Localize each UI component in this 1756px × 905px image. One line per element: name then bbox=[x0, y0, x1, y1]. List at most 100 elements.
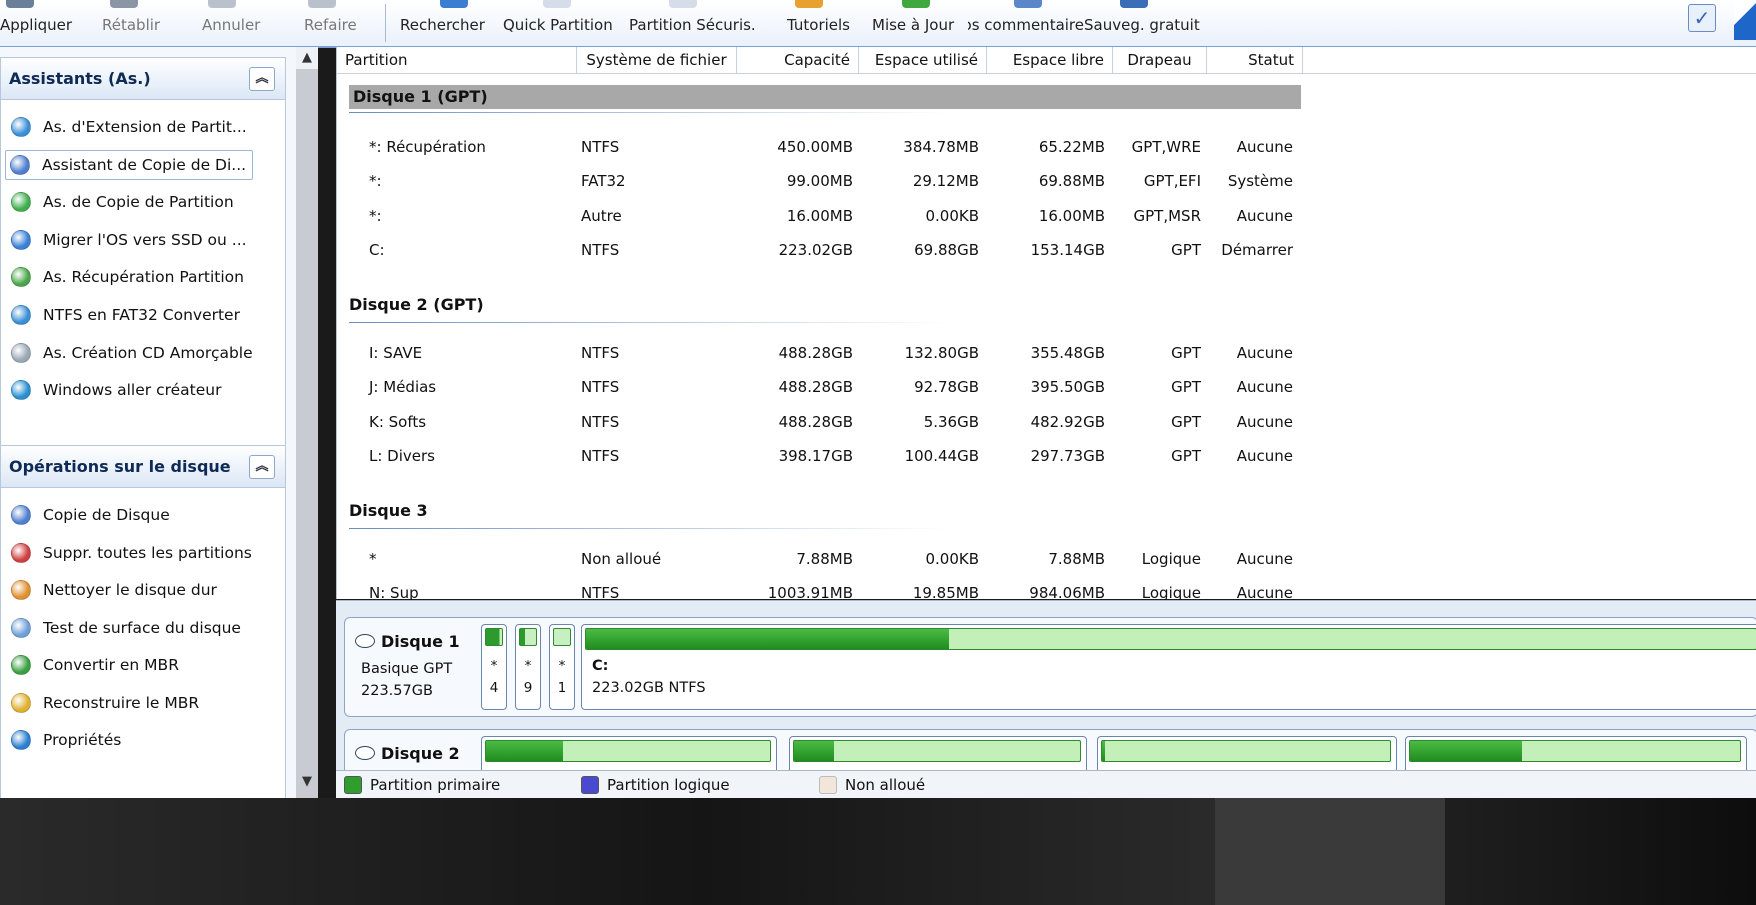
disk-ops-item[interactable]: Suppr. toutes les partitions bbox=[7, 538, 252, 568]
disk-ops-item[interactable]: Copie de Disque bbox=[7, 500, 170, 530]
apply-button[interactable]: Appliquer bbox=[0, 0, 72, 46]
feedback-icon bbox=[1014, 0, 1042, 8]
table-row[interactable]: *: Autre 16.00MB 0.00KB 16.00MB GPT,MSR Aucune bbox=[337, 204, 1337, 228]
disk-ops-item-label: Convertir en MBR bbox=[43, 656, 179, 674]
surface-test-icon bbox=[11, 617, 31, 638]
table-row[interactable]: J: Médias NTFS 488.28GB 92.78GB 395.50GB GPT A… bbox=[337, 375, 1337, 399]
table-row[interactable]: K: Softs NTFS 488.28GB 5.36GB 482.92GB GPT Auc… bbox=[337, 410, 1337, 434]
scrollbar-thumb[interactable] bbox=[296, 69, 318, 811]
disk-ops-item[interactable]: Reconstruire le MBR bbox=[7, 688, 199, 718]
collapse-icon[interactable]: ︽ bbox=[249, 454, 275, 479]
delete-all-icon bbox=[11, 542, 31, 563]
sidebar: Assistants (As.) ︽ As. d'Extension de Pa… bbox=[0, 47, 296, 895]
desktop-background bbox=[0, 798, 1756, 905]
disk-2-name: Disque 2 bbox=[355, 744, 460, 763]
small-partition-block[interactable]: * 1 bbox=[549, 624, 575, 710]
redo-icon bbox=[308, 0, 336, 8]
partition-c-block[interactable]: C: 223.02GB NTFS bbox=[581, 624, 1756, 710]
table-row[interactable]: *: FAT32 99.00MB 29.12MB 69.88MB GPT,EFI Systè… bbox=[337, 169, 1337, 193]
wizards-item[interactable]: Assistant de Copie de Di... bbox=[5, 149, 254, 180]
column-header[interactable]: Espace utilisé bbox=[859, 47, 987, 73]
table-cell: Aucune bbox=[1236, 344, 1293, 362]
scroll-down-icon[interactable]: ▼ bbox=[296, 771, 318, 793]
column-header[interactable]: Système de fichier bbox=[577, 47, 737, 73]
tutorial-button[interactable]: Tutoriels bbox=[787, 0, 850, 46]
table-cell: 488.28GB bbox=[778, 412, 853, 431]
rebuild-mbr-icon bbox=[11, 692, 31, 713]
disk-ops-item[interactable]: Nettoyer le disque dur bbox=[7, 575, 217, 605]
disk-ops-item[interactable]: Propriétés bbox=[7, 725, 121, 755]
cancel-button[interactable]: Annuler bbox=[202, 0, 260, 46]
disk-operations-panel-header[interactable]: Opérations sur le disque ︽ bbox=[1, 446, 285, 488]
table-header: Partition Système de fichier Capacité Espac… bbox=[337, 47, 1756, 74]
wizards-item[interactable]: Migrer l'OS vers SSD ou ... bbox=[7, 225, 247, 255]
legend-unallocated: Non alloué bbox=[819, 771, 925, 799]
search-button[interactable]: Rechercher bbox=[400, 0, 485, 46]
partition-c-usage-fill bbox=[586, 629, 949, 649]
partition-usage-fill bbox=[486, 741, 563, 761]
table-cell: 450.00MB bbox=[777, 138, 853, 156]
wizards-item[interactable]: As. Récupération Partition bbox=[7, 262, 244, 292]
partition-star: * bbox=[558, 658, 566, 674]
extend-partition-icon bbox=[11, 117, 31, 137]
table-cell: NTFS bbox=[581, 378, 620, 397]
partition-usage-bar bbox=[485, 628, 503, 646]
table-cell: 0.00KB bbox=[925, 550, 979, 568]
column-header[interactable]: Capacité bbox=[737, 47, 859, 73]
disk-ops-item-label: Test de surface du disque bbox=[43, 618, 241, 637]
table-cell: 92.78GB bbox=[914, 378, 979, 397]
disk-1-card[interactable]: Disque 1 Basique GPT 223.57GB * 4 * 9 * 1 C: … bbox=[344, 617, 1756, 717]
table-cell: 132.80GB bbox=[904, 344, 979, 362]
update-button[interactable]: Mise à Jour bbox=[872, 0, 954, 46]
cancel-icon bbox=[208, 0, 236, 8]
checkmark-icon[interactable]: ✓ bbox=[1688, 4, 1716, 32]
small-partition-block[interactable]: * 4 bbox=[481, 624, 507, 710]
secure-partition-button[interactable]: Partition Sécuris. bbox=[629, 0, 756, 46]
disk-ops-item[interactable]: Convertir en MBR bbox=[7, 650, 179, 680]
small-partition-block[interactable]: * 9 bbox=[515, 624, 541, 710]
wizards-item[interactable]: As. Création CD Amorçable bbox=[7, 338, 253, 368]
wizards-panel-header[interactable]: Assistants (As.) ︽ bbox=[1, 58, 285, 100]
partition-number: 1 bbox=[557, 680, 567, 696]
disk-ops-item-label: Nettoyer le disque dur bbox=[43, 581, 217, 599]
disk-map: Disque 1 Basique GPT 223.57GB * 4 * 9 * 1 C: … bbox=[336, 600, 1756, 791]
collapse-icon[interactable]: ︽ bbox=[249, 66, 275, 91]
disk-group-header[interactable]: Disque 2 (GPT) bbox=[349, 295, 484, 314]
sidebar-scrollbar[interactable]: ▲ ▼ bbox=[296, 47, 318, 895]
wizards-item[interactable]: Windows aller créateur bbox=[7, 375, 221, 405]
table-row[interactable]: *: Récupération NTFS 450.00MB 384.78MB 65.22… bbox=[337, 135, 1337, 159]
logical-swatch bbox=[581, 776, 599, 794]
disk-group-header[interactable]: Disque 1 (GPT) bbox=[349, 85, 1301, 109]
partition-usage-fill bbox=[794, 741, 835, 761]
wizards-item-label: Migrer l'OS vers SSD ou ... bbox=[43, 230, 247, 249]
table-row[interactable]: * Non alloué 7.88MB 0.00KB 7.88MB Logique Aucu… bbox=[337, 547, 1337, 571]
table-cell: Aucune bbox=[1236, 378, 1293, 397]
wizards-item[interactable]: As. d'Extension de Partit... bbox=[7, 112, 247, 142]
table-cell: Aucune bbox=[1236, 206, 1293, 225]
table-cell: 223.02GB bbox=[778, 240, 853, 259]
partition-c-desc: 223.02GB NTFS bbox=[592, 680, 706, 696]
feedback-button[interactable]: os commentaire bbox=[968, 0, 1084, 46]
column-header[interactable]: Espace libre bbox=[987, 47, 1113, 73]
column-header[interactable]: Drapeau bbox=[1113, 47, 1207, 73]
redo-button[interactable]: Refaire bbox=[304, 0, 357, 46]
properties-icon bbox=[11, 730, 31, 750]
table-row[interactable]: L: Divers NTFS 398.17GB 100.44GB 297.73GB GPT… bbox=[337, 444, 1337, 468]
column-header[interactable]: Partition bbox=[337, 47, 577, 73]
wizards-item[interactable]: As. de Copie de Partition bbox=[7, 187, 234, 217]
disk-1-size: 223.57GB bbox=[361, 683, 433, 699]
wizards-item[interactable]: NTFS en FAT32 Converter bbox=[7, 300, 240, 330]
disk-1-type: Basique GPT bbox=[361, 661, 453, 677]
table-row[interactable]: C: NTFS 223.02GB 69.88GB 153.14GB GPT Démarrer bbox=[337, 238, 1337, 262]
table-cell: 29.12MB bbox=[912, 172, 979, 191]
disk-ops-item[interactable]: Test de surface du disque bbox=[7, 613, 241, 643]
quick-partition-button[interactable]: Quick Partition bbox=[503, 0, 613, 46]
table-row[interactable]: I: SAVE NTFS 488.28GB 132.80GB 355.48GB GPT Au… bbox=[337, 341, 1337, 365]
disk-ops-item-label: Copie de Disque bbox=[43, 506, 170, 524]
table-cell: NTFS bbox=[581, 446, 620, 465]
free-backup-button[interactable]: Sauveg. gratuit bbox=[1084, 0, 1200, 46]
scroll-up-icon[interactable]: ▲ bbox=[296, 47, 318, 69]
column-header[interactable]: Statut bbox=[1207, 47, 1303, 73]
undo-button[interactable]: Rétablir bbox=[102, 0, 160, 46]
disk-group-header[interactable]: Disque 3 bbox=[349, 501, 428, 520]
